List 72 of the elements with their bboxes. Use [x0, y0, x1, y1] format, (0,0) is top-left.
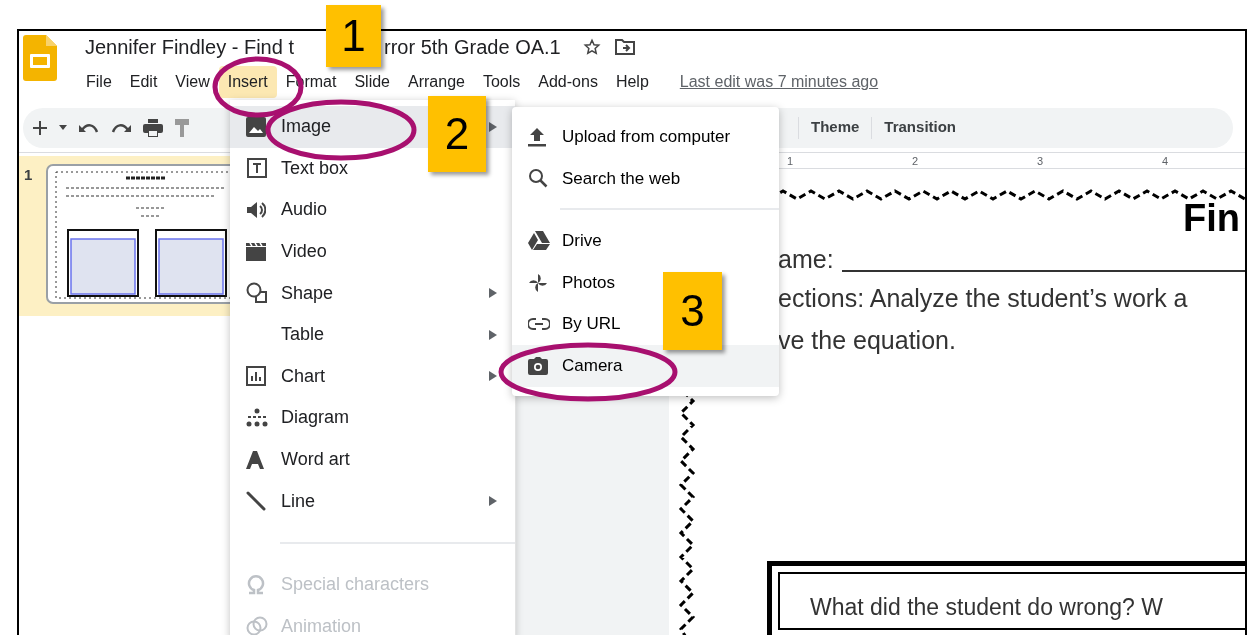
triangle-logo-icon: [528, 231, 550, 251]
submenu-arrow-icon: [489, 371, 497, 382]
menu-item[interactable]: Upload from computer: [512, 116, 743, 158]
menu-item[interactable]: Search the web: [512, 157, 693, 200]
upload-icon: [528, 126, 546, 147]
add-icon[interactable]: [33, 120, 47, 135]
shape-icon: [246, 282, 268, 305]
menu-item[interactable]: By URL: [512, 303, 633, 345]
menu-item[interactable]: Word art: [230, 438, 515, 481]
search-icon: [528, 168, 548, 189]
menu-item[interactable]: Insert: [218, 66, 277, 98]
speaker-icon: [246, 201, 266, 219]
question-text: What did the student do wrong? W: [810, 594, 1163, 620]
step-number-callout: 1: [326, 5, 381, 67]
omega-icon: [246, 574, 266, 595]
ruler-number: 2: [912, 154, 919, 169]
last-edit-link[interactable]: Last edit was 7 minutes ago: [679, 70, 879, 94]
print-icon[interactable]: [143, 118, 163, 137]
redo-icon[interactable]: [111, 121, 131, 134]
chart-icon: [246, 366, 266, 387]
submenu-arrow-icon: [489, 288, 497, 299]
step-number-callout: 2: [428, 96, 486, 172]
ruler-number: 3: [1037, 154, 1044, 169]
link-icon: [528, 318, 550, 331]
slide-text: ve the equation.: [778, 325, 957, 356]
animation-icon: [246, 616, 268, 635]
menu-item[interactable]: Photos: [512, 261, 627, 304]
menu-item[interactable]: Edit: [120, 66, 167, 98]
toolbar-button[interactable]: Theme: [799, 116, 872, 139]
folder-icon[interactable]: [614, 38, 635, 56]
menu-item[interactable]: Drive: [512, 220, 614, 262]
slide-text: ections: Analyze the student’s work a: [778, 283, 1189, 314]
menu-item: Animation: [230, 605, 515, 635]
line-icon: [246, 491, 266, 512]
word-art-icon: [246, 450, 264, 469]
menu-item[interactable]: Arrange: [399, 66, 474, 98]
image-icon: [246, 116, 266, 137]
menu-item[interactable]: Help: [606, 66, 658, 98]
caret-icon[interactable]: [59, 125, 67, 130]
menu-item[interactable]: Chart: [230, 355, 515, 398]
menu-item[interactable]: Audio: [230, 189, 515, 231]
menu-item[interactable]: Table: [230, 313, 515, 356]
undo-icon[interactable]: [79, 121, 99, 134]
submenu-arrow-icon: [489, 496, 497, 507]
menu-item[interactable]: Tools: [473, 66, 530, 98]
text-box-icon: [246, 157, 268, 180]
paint-format-icon[interactable]: [175, 118, 189, 137]
menu-item[interactable]: View: [166, 66, 219, 98]
ruler-number: 4: [1162, 154, 1169, 169]
film-icon: [246, 242, 266, 261]
menu-item: Special characters: [230, 563, 515, 606]
step-number-callout: 3: [663, 272, 722, 350]
pinwheel-icon: [528, 272, 548, 293]
toolbar-button[interactable]: Transition: [872, 116, 969, 139]
menu-item[interactable]: Add-ons: [529, 66, 607, 98]
menu-item[interactable]: Video: [230, 230, 515, 273]
submenu-arrow-icon: [489, 121, 497, 132]
star-icon[interactable]: [582, 38, 601, 56]
menu-item[interactable]: File: [77, 66, 121, 98]
menu-item[interactable]: Line: [230, 480, 515, 522]
submenu-arrow-icon: [489, 329, 497, 340]
document-title[interactable]: rror 5th Grade OA.1: [384, 32, 561, 62]
document-title[interactable]: Jennifer Findley - Find t: [85, 36, 294, 58]
menu-item[interactable]: Diagram: [230, 397, 515, 439]
name-label: ame:: [778, 247, 834, 272]
slide-heading: Fin: [1183, 199, 1241, 237]
ruler-number: 1: [787, 154, 794, 169]
slide-number: 1: [23, 165, 34, 185]
camera-icon: [528, 356, 548, 375]
menu-item[interactable]: Slide: [345, 66, 399, 98]
diagram-icon: [246, 407, 268, 428]
menu-item[interactable]: Shape: [230, 272, 515, 314]
